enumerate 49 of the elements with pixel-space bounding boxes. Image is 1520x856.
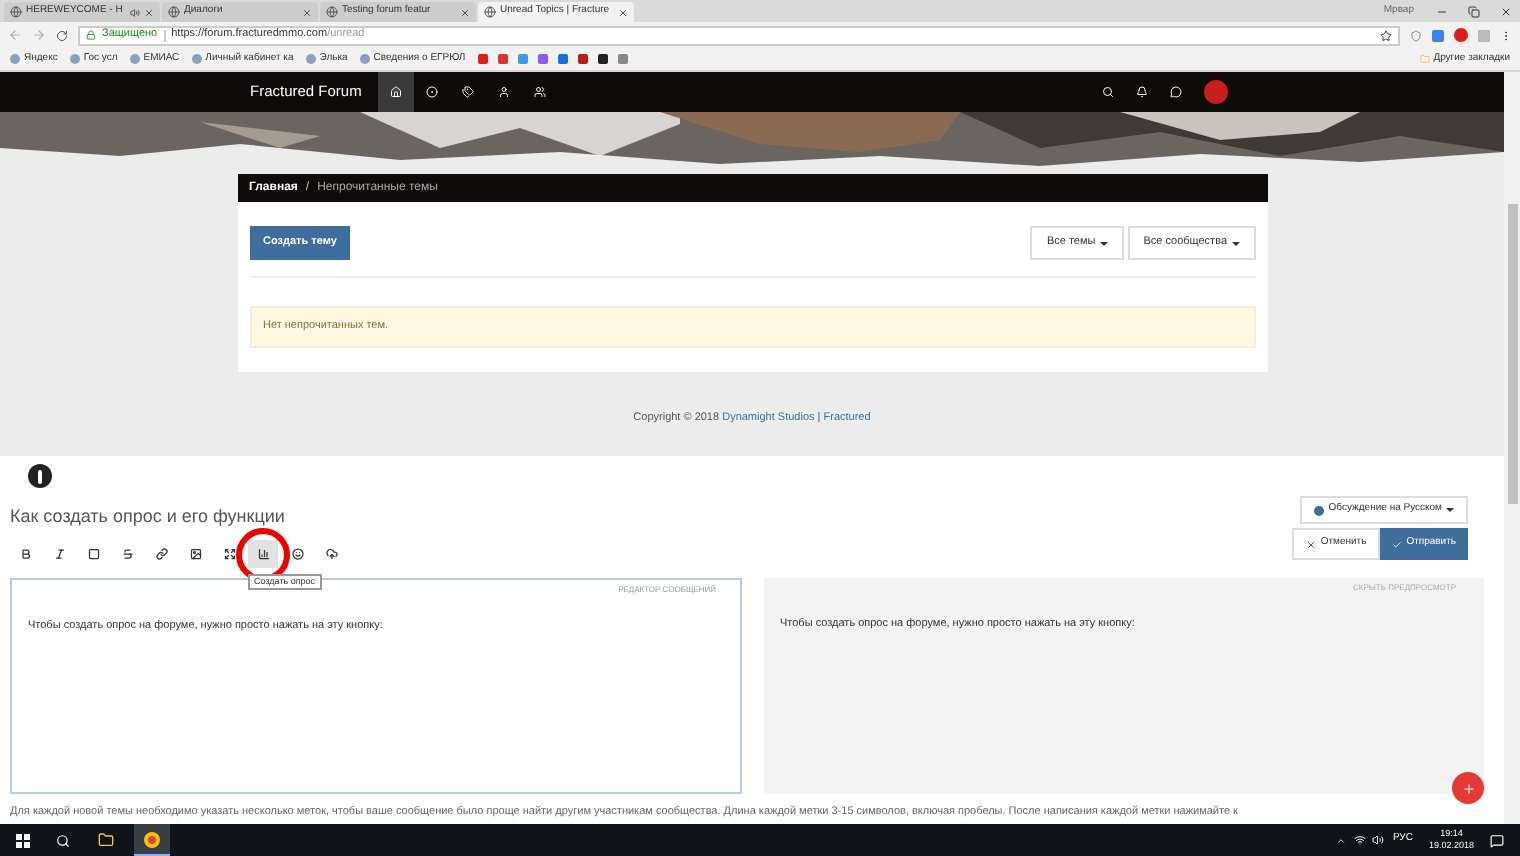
cloud-upload-icon: [325, 547, 337, 559]
home-icon: [389, 86, 402, 98]
alert-icon: [28, 464, 52, 488]
speaker-icon[interactable]: [1372, 834, 1385, 846]
caret-icon[interactable]: [1336, 835, 1347, 845]
lock-icon: [86, 30, 96, 40]
page-icon: [10, 6, 22, 18]
square-icon: [87, 547, 99, 559]
minimize-icon[interactable]: [1436, 5, 1448, 17]
add-button[interactable]: [1452, 772, 1484, 804]
caret-icon: [1099, 241, 1108, 245]
caret-icon: [1446, 508, 1454, 512]
search-icon[interactable]: [56, 833, 70, 847]
circle-icon: [425, 86, 438, 98]
bell-icon[interactable]: [1136, 86, 1148, 98]
italic-icon: [53, 547, 65, 559]
image-icon: [189, 547, 201, 559]
windows-icon[interactable]: [16, 833, 30, 847]
bar-chart-icon: [257, 547, 269, 559]
link-icon: [155, 547, 167, 559]
page-icon: [326, 6, 338, 18]
page-icon: [484, 6, 496, 18]
strikethrough-icon: [121, 547, 133, 559]
folder-icon[interactable]: [98, 832, 114, 848]
star-icon[interactable]: [1380, 29, 1392, 41]
user-icon: [497, 86, 510, 98]
search-icon[interactable]: [1102, 86, 1114, 98]
plus-icon: [1461, 781, 1475, 795]
restore-icon[interactable]: [1468, 5, 1480, 17]
browser-taskbar-icon[interactable]: [134, 824, 170, 856]
smiley-icon: [291, 547, 303, 559]
reload-icon[interactable]: [56, 29, 68, 41]
title-field[interactable]: Как создать опрос и его функции: [10, 504, 610, 531]
bold-icon: [19, 547, 31, 559]
network-icon[interactable]: [1354, 834, 1367, 846]
avatar[interactable]: [1204, 80, 1228, 104]
caret-icon: [1231, 241, 1239, 245]
folder-icon: [1419, 54, 1430, 64]
scrollbar[interactable]: [1504, 72, 1520, 824]
notification-icon[interactable]: [1490, 833, 1504, 847]
toolbar-button[interactable]: [248, 539, 278, 567]
expand-icon: [223, 547, 235, 559]
users-icon: [533, 86, 546, 98]
close-icon[interactable]: [1500, 5, 1512, 17]
tags-icon: [461, 86, 474, 98]
chat-icon[interactable]: [1170, 86, 1182, 98]
page-icon: [168, 6, 180, 18]
nav-tab[interactable]: [377, 72, 414, 112]
check-icon: [1392, 539, 1403, 549]
